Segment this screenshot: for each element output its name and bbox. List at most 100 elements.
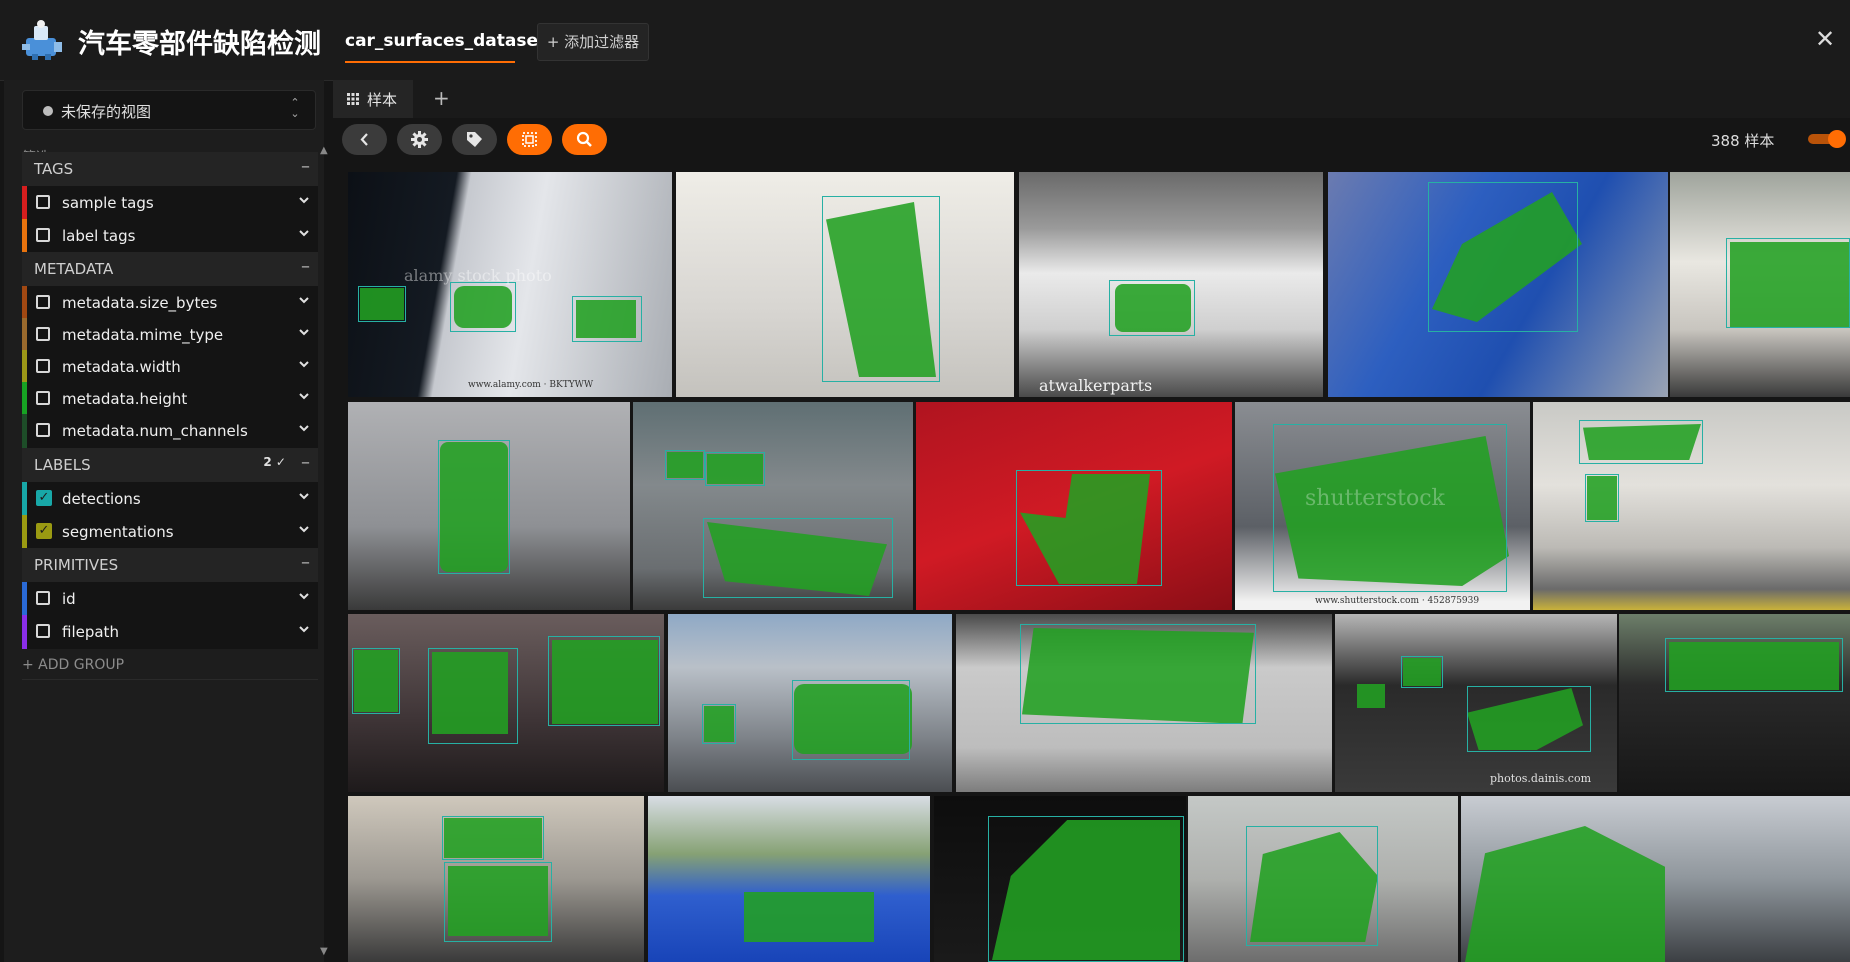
app-title: 汽车零部件缺陷检测 (78, 29, 321, 60)
field-label: metadata.mime_type (62, 326, 224, 344)
sample-tile[interactable] (648, 796, 930, 962)
field-checkbox[interactable] (36, 228, 50, 242)
field-row-sample-tags[interactable]: sample tags (22, 186, 318, 220)
field-row-label-tags[interactable]: label tags (22, 219, 318, 253)
chevron-down-icon[interactable] (298, 358, 310, 370)
sample-tile[interactable]: photos.dainis.com (1335, 614, 1617, 792)
group-primitives[interactable]: PRIMITIVES – (22, 548, 318, 582)
view-select[interactable]: 未保存的视图 ⌃ ⌄ (22, 90, 316, 130)
add-group-button[interactable]: + ADD GROUP (22, 657, 124, 673)
group-title: TAGS (34, 160, 74, 178)
detection-box (442, 816, 544, 860)
sample-tile[interactable] (633, 402, 913, 610)
back-button[interactable] (342, 124, 387, 155)
group-title: LABELS (34, 456, 91, 474)
detection-box (1665, 638, 1843, 692)
watermark-text: www.shutterstock.com · 452875939 (1315, 596, 1480, 606)
settings-button[interactable] (397, 124, 442, 155)
field-row-detections[interactable]: ✓ detections (22, 482, 318, 516)
grid-toggle[interactable] (1808, 130, 1846, 148)
field-color-bar (22, 515, 27, 549)
sample-tile[interactable] (1619, 614, 1850, 792)
patches-button[interactable] (507, 124, 552, 155)
sample-tile[interactable] (348, 402, 630, 610)
tag-button[interactable] (452, 124, 497, 155)
detection-box (1020, 624, 1256, 724)
sample-tile[interactable] (1461, 796, 1850, 962)
field-checkbox[interactable] (36, 327, 50, 341)
sample-tile[interactable] (348, 796, 644, 962)
field-row-filepath[interactable]: filepath (22, 615, 318, 649)
sample-tile[interactable] (1188, 796, 1458, 962)
sample-tile[interactable] (1328, 172, 1668, 397)
field-checkbox[interactable] (36, 359, 50, 373)
view-status-dot (43, 106, 53, 116)
add-filter-button[interactable]: + 添加过滤器 (537, 23, 649, 61)
toggle-knob[interactable] (1828, 130, 1846, 148)
close-icon[interactable]: ✕ (1812, 26, 1838, 52)
field-checkbox[interactable] (36, 624, 50, 638)
labels-count-badge[interactable]: 2 ✓ (263, 455, 286, 469)
field-row-segmentations[interactable]: ✓ segmentations (22, 515, 318, 549)
sample-tile[interactable] (676, 172, 1014, 397)
detection-box (1246, 826, 1378, 946)
chevron-down-icon[interactable] (298, 194, 310, 206)
field-row-metadata-num-channels[interactable]: metadata.num_channels (22, 414, 318, 448)
collapse-icon[interactable]: – (301, 256, 310, 277)
search-button[interactable] (562, 124, 607, 155)
field-checkbox[interactable] (36, 391, 50, 405)
collapse-icon[interactable]: – (301, 452, 310, 473)
field-row-id[interactable]: id (22, 582, 318, 616)
sample-tile[interactable] (956, 614, 1332, 792)
field-checkbox-checked[interactable]: ✓ (36, 490, 52, 506)
detection-box (1428, 182, 1578, 332)
sample-tile[interactable] (916, 402, 1232, 610)
collapse-icon[interactable]: – (301, 156, 310, 177)
chevron-down-icon[interactable] (298, 623, 310, 635)
chevron-down-icon[interactable] (298, 523, 310, 535)
sample-tile[interactable]: shutterstock www.shutterstock.com · 4528… (1235, 402, 1530, 610)
field-color-bar (22, 615, 27, 649)
sample-tile[interactable] (668, 614, 952, 792)
detection-box (438, 440, 510, 574)
sample-tile[interactable]: alamy stock photo www.alamy.com · BKTYWW (348, 172, 672, 397)
chevron-down-icon[interactable] (298, 422, 310, 434)
field-row-metadata-size-bytes[interactable]: metadata.size_bytes (22, 286, 318, 320)
scroll-down-icon[interactable]: ▼ (320, 946, 328, 957)
field-row-metadata-height[interactable]: metadata.height (22, 382, 318, 416)
sample-tile[interactable] (348, 614, 664, 792)
chevron-down-icon[interactable] (298, 490, 310, 502)
field-checkbox[interactable] (36, 423, 50, 437)
group-tags[interactable]: TAGS – (22, 152, 318, 186)
dataset-name[interactable]: car_surfaces_dataset (345, 31, 546, 51)
chevron-down-icon[interactable] (298, 326, 310, 338)
detection-box (1016, 470, 1162, 586)
chevron-down-icon[interactable] (298, 390, 310, 402)
add-tab-button[interactable]: + (433, 86, 450, 110)
tab-samples[interactable]: 样本 (333, 80, 413, 118)
group-metadata[interactable]: METADATA – (22, 252, 318, 286)
chevron-down-icon[interactable] (298, 227, 310, 239)
sidebar: 未保存的视图 ⌃⌄ 筛选 ▲ TAGS – sample tags label … (4, 80, 328, 962)
field-row-metadata-width[interactable]: metadata.width (22, 350, 318, 384)
patches-icon (522, 132, 537, 147)
field-checkbox[interactable] (36, 195, 50, 209)
field-label: metadata.height (62, 390, 188, 408)
dataset-underline (345, 61, 515, 63)
sample-tile[interactable]: atwalkerparts (1019, 172, 1323, 397)
chevron-down-icon[interactable] (298, 294, 310, 306)
field-label: metadata.width (62, 358, 181, 376)
group-labels[interactable]: LABELS 2 ✓ – (22, 448, 318, 482)
field-checkbox[interactable] (36, 295, 50, 309)
field-row-metadata-mime-type[interactable]: metadata.mime_type (22, 318, 318, 352)
detection-box (1401, 656, 1443, 688)
collapse-icon[interactable]: – (301, 552, 310, 573)
sample-tile[interactable] (934, 796, 1186, 962)
chevron-down-icon[interactable] (298, 590, 310, 602)
sample-tile[interactable] (1533, 402, 1850, 610)
field-checkbox-checked[interactable]: ✓ (36, 523, 52, 539)
sample-tile[interactable] (1670, 172, 1850, 397)
app-logo-icon (22, 20, 62, 60)
field-checkbox[interactable] (36, 591, 50, 605)
scroll-up-icon[interactable]: ▲ (320, 145, 328, 156)
